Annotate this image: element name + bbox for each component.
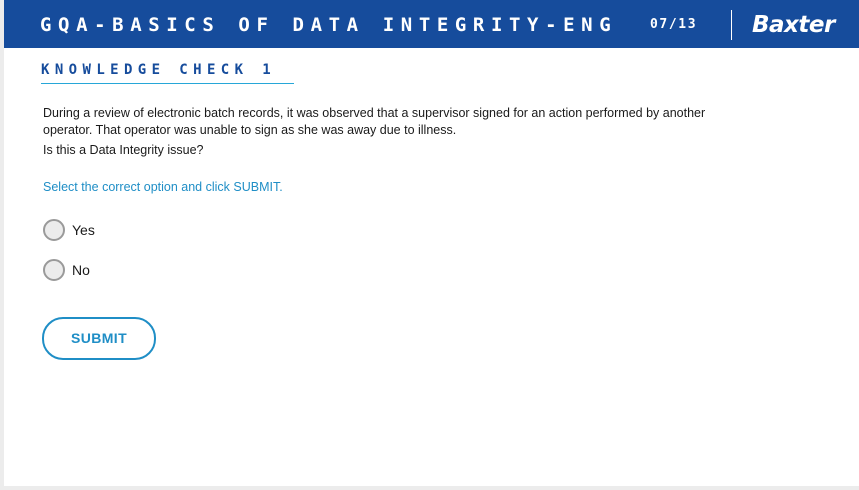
section-title: KNOWLEDGE CHECK 1	[41, 62, 277, 78]
option-yes[interactable]: Yes	[43, 219, 95, 241]
option-no-label: No	[72, 262, 90, 278]
course-title: GQA-BASICS OF DATA INTEGRITY-ENG	[40, 14, 618, 36]
page-counter: 07/13	[650, 17, 698, 32]
course-header: GQA-BASICS OF DATA INTEGRITY-ENG 07/13 B…	[4, 0, 859, 48]
submit-button[interactable]: SUBMIT	[42, 317, 156, 360]
section-title-underline	[41, 83, 294, 84]
question-block: During a review of electronic batch reco…	[43, 105, 733, 159]
option-yes-label: Yes	[72, 222, 95, 238]
course-frame: GQA-BASICS OF DATA INTEGRITY-ENG 07/13 B…	[4, 0, 859, 486]
question-prompt: Is this a Data Integrity issue?	[43, 143, 204, 157]
header-divider	[731, 10, 732, 40]
instruction-text: Select the correct option and click SUBM…	[43, 180, 283, 194]
radio-button-yes[interactable]	[43, 219, 65, 241]
baxter-logo: Baxter	[752, 12, 835, 38]
question-scenario: During a review of electronic batch reco…	[43, 106, 706, 137]
radio-button-no[interactable]	[43, 259, 65, 281]
option-no[interactable]: No	[43, 259, 90, 281]
